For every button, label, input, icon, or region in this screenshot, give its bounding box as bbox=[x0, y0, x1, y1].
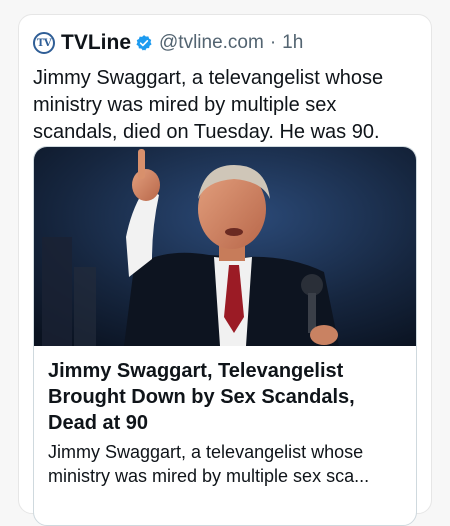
article-photo bbox=[34, 147, 416, 346]
tweet-text: Jimmy Swaggart, a televangelist whose mi… bbox=[33, 67, 384, 143]
link-preview-card[interactable]: Jimmy Swaggart, Televangelist Brought Do… bbox=[33, 146, 417, 526]
avatar[interactable]: TV bbox=[33, 32, 55, 54]
avatar-logo-text: TV bbox=[36, 37, 52, 49]
author-handle[interactable]: @tvline.com bbox=[159, 32, 264, 54]
timestamp[interactable]: 1h bbox=[282, 32, 303, 54]
author-name[interactable]: TVLine bbox=[61, 31, 131, 55]
separator-dot: · bbox=[269, 32, 277, 53]
tweet-header: TV TVLine @tvline.com · 1h bbox=[33, 29, 303, 57]
tweet-card[interactable]: TV TVLine @tvline.com · 1h Jimmy Swaggar… bbox=[18, 14, 432, 526]
article-title[interactable]: Jimmy Swaggart, Televangelist Brought Do… bbox=[48, 358, 408, 436]
article-description: Jimmy Swaggart, a televangelist whose mi… bbox=[48, 442, 370, 486]
verified-badge-icon bbox=[136, 35, 152, 51]
